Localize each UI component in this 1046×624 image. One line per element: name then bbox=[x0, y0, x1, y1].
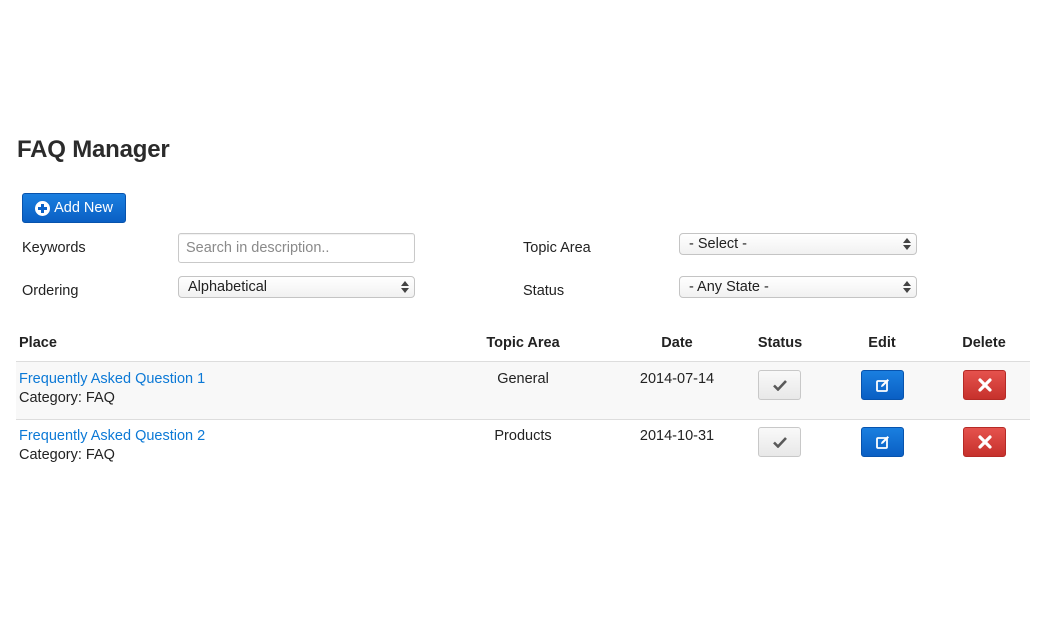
topic-area-cell: General bbox=[497, 371, 549, 387]
column-header-place: Place bbox=[19, 335, 57, 351]
edit-icon bbox=[875, 436, 889, 449]
keywords-input[interactable] bbox=[178, 233, 415, 263]
topic-area-label: Topic Area bbox=[523, 240, 591, 256]
column-header-topic-area: Topic Area bbox=[486, 335, 560, 351]
date-cell: 2014-10-31 bbox=[639, 428, 715, 444]
column-header-delete: Delete bbox=[962, 335, 1006, 351]
topic-area-select[interactable]: - Select - bbox=[679, 233, 917, 255]
close-icon bbox=[977, 435, 992, 449]
plus-circle-icon bbox=[35, 200, 51, 216]
select-arrows-icon bbox=[903, 237, 911, 251]
ordering-select[interactable]: Alphabetical bbox=[178, 276, 415, 298]
checkmark-icon bbox=[772, 380, 787, 391]
topic-area-value: - Select - bbox=[689, 236, 748, 252]
edit-icon bbox=[875, 379, 889, 392]
status-label: Status bbox=[523, 283, 565, 299]
select-arrows-icon bbox=[903, 280, 911, 294]
select-arrows-icon bbox=[401, 280, 409, 294]
faq-category: Category: FAQ bbox=[19, 390, 115, 406]
delete-button[interactable] bbox=[963, 370, 1006, 400]
close-icon bbox=[977, 378, 992, 392]
ordering-value: Alphabetical bbox=[188, 279, 267, 295]
add-new-label: Add New bbox=[54, 200, 113, 216]
status-toggle-button[interactable] bbox=[758, 370, 801, 400]
delete-button[interactable] bbox=[963, 427, 1006, 457]
table-row: Frequently Asked Question 2 Category: FA… bbox=[16, 419, 1030, 476]
status-value: - Any State - bbox=[689, 279, 769, 295]
date-cell: 2014-07-14 bbox=[639, 371, 715, 387]
table-row: Frequently Asked Question 1 Category: FA… bbox=[16, 362, 1030, 419]
ordering-label: Ordering bbox=[22, 283, 79, 299]
edit-button[interactable] bbox=[861, 370, 904, 400]
column-header-status: Status bbox=[757, 335, 803, 351]
status-select[interactable]: - Any State - bbox=[679, 276, 917, 298]
add-new-button[interactable]: Add New bbox=[22, 193, 126, 223]
faq-title-link[interactable]: Frequently Asked Question 2 bbox=[19, 428, 205, 444]
faq-category: Category: FAQ bbox=[19, 447, 115, 463]
keywords-label: Keywords bbox=[22, 240, 86, 256]
column-header-date: Date bbox=[661, 335, 693, 351]
faq-title-link[interactable]: Frequently Asked Question 1 bbox=[19, 371, 205, 387]
page-title: FAQ Manager bbox=[17, 136, 170, 163]
topic-area-cell: Products bbox=[494, 428, 552, 444]
edit-button[interactable] bbox=[861, 427, 904, 457]
checkmark-icon bbox=[772, 437, 787, 448]
column-header-edit: Edit bbox=[868, 335, 896, 351]
status-toggle-button[interactable] bbox=[758, 427, 801, 457]
